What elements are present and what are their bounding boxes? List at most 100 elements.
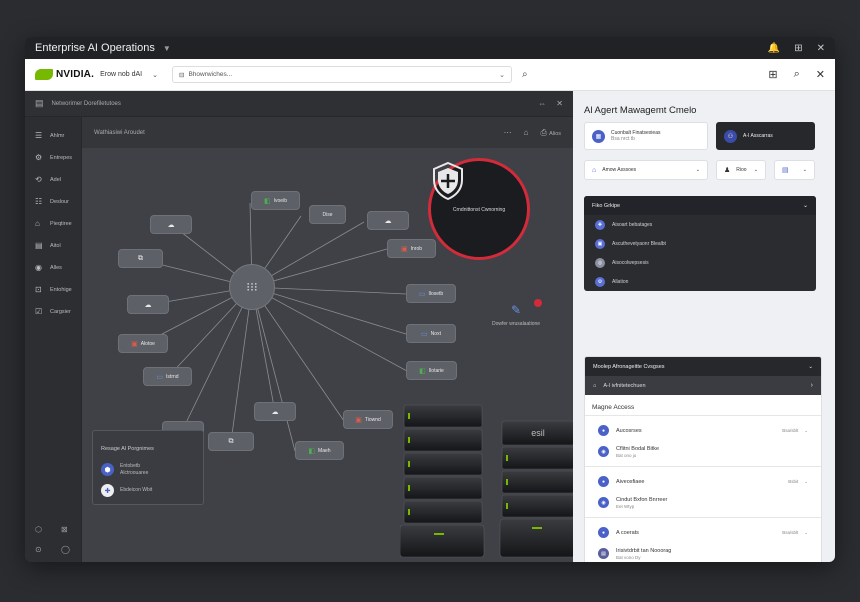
- canvas-action-button[interactable]: ⎙ Alios: [540, 128, 561, 138]
- agent-select[interactable]: ⌂ Amow Asssoes ⌄: [584, 160, 708, 180]
- search-icon[interactable]: ⌕: [522, 69, 528, 80]
- access-subheader[interactable]: ⌂ A-l ivfnitetechuen ›: [585, 376, 821, 395]
- network-node[interactable]: ▣ Inrob: [387, 239, 436, 258]
- url-chevron-icon[interactable]: ⌄: [499, 71, 505, 79]
- title-chevron-icon[interactable]: ▼: [163, 44, 171, 53]
- network-node[interactable]: ▣ Tiownd: [343, 410, 393, 429]
- consult-card[interactable]: ▦ Cuonbalt Finatsexieas Bsa nrct tb: [584, 122, 708, 150]
- grid-icon: ▤: [782, 167, 789, 174]
- sidebar-item-1[interactable]: ☰ Ahlmr: [35, 131, 64, 140]
- agent-icon: ⬢: [101, 463, 114, 476]
- access-header[interactable]: Moolep Afronageitte Cvsgses ⌄: [585, 357, 821, 376]
- more-icon[interactable]: ⋯: [504, 128, 512, 137]
- network-node[interactable]: ▭ Istrnd: [143, 367, 192, 386]
- cloud-icon: ☁: [144, 301, 152, 309]
- extensions-icon[interactable]: ⊞: [768, 68, 777, 81]
- sidebar-item-6[interactable]: ▤ Aitol: [35, 241, 61, 250]
- chevron-down-icon: ⌄: [808, 363, 813, 370]
- browser-close-icon[interactable]: ✕: [816, 68, 825, 81]
- support-icon[interactable]: ⬡: [35, 525, 42, 534]
- access-row[interactable]: ◉ Cflitni Bodal Bitke Bat ono ju: [585, 441, 821, 462]
- panel-title: Al Agert Mawagemt Cmelo: [584, 105, 697, 116]
- nvidia-logo[interactable]: NVIDIA.: [35, 69, 94, 80]
- legend-item: ⬢ Entobetb Alctroouaree: [101, 463, 195, 476]
- network-node[interactable]: ▭ Noxt: [406, 324, 456, 343]
- layout-icon[interactable]: ⊞: [794, 43, 802, 54]
- network-node[interactable]: Dise: [309, 205, 346, 224]
- sidebar-item-8[interactable]: ⊡ Entohige: [35, 285, 72, 294]
- nav-icon: ☰: [35, 131, 43, 140]
- item-icon: ◎: [595, 257, 605, 268]
- window-title: Enterprise AI Operations: [35, 42, 155, 54]
- role-select[interactable]: ♟ Rioo ⌄: [716, 160, 766, 180]
- access-row[interactable]: ● Aucosrses Bsa/sblt ⌄: [585, 420, 821, 441]
- copy-icon: ⧉: [228, 437, 234, 445]
- expand-icon[interactable]: ⇔: [538, 99, 546, 108]
- dropdown-item[interactable]: ⚙ Allation: [584, 272, 816, 291]
- deploy-status[interactable]: ✎ Dowfer wrusalaatione: [492, 299, 542, 327]
- url-bar[interactable]: ⊟ Bhowrwiches... ⌄: [171, 66, 512, 83]
- user-icon: ◉: [598, 497, 609, 508]
- notification-icon[interactable]: 🔔: [768, 43, 780, 54]
- dropdown-item[interactable]: ◎ Aisocolwepsesis: [584, 253, 816, 272]
- network-node[interactable]: ☁: [127, 295, 169, 314]
- add-icon: ✚: [101, 484, 114, 497]
- network-node[interactable]: ☁: [367, 211, 409, 230]
- workspace-menu-icon[interactable]: ▤: [35, 98, 44, 109]
- network-node[interactable]: ☁: [254, 402, 296, 421]
- close-window-icon[interactable]: ✕: [817, 43, 825, 54]
- context-chevron-icon[interactable]: ⌄: [152, 71, 158, 79]
- network-node[interactable]: ⧉: [118, 249, 163, 268]
- view-select[interactable]: ▤ ⌄: [774, 160, 815, 180]
- home-icon[interactable]: ⌂: [524, 128, 529, 137]
- item-icon: ▣: [595, 238, 605, 249]
- chevron-down-icon: ⌄: [802, 167, 807, 173]
- sidebar-item-3[interactable]: ⟲ Adel: [35, 175, 61, 184]
- access-row[interactable]: ● A coerats Bsa/sblt ⌄: [585, 522, 821, 543]
- dropdown-item[interactable]: ✚ Aisoart bebatages: [584, 215, 816, 234]
- server-racks-illustration: esil: [400, 404, 577, 558]
- access-panel: Moolep Afronageitte Cvsgses ⌄ ⌂ A-l ivfn…: [584, 356, 822, 562]
- chevron-down-icon: ⌄: [804, 529, 808, 535]
- sidebar-item-7[interactable]: ◉ Alles: [35, 263, 62, 272]
- user-icon: ♟: [724, 167, 731, 174]
- network-node[interactable]: ▭ Ilosetb: [406, 284, 456, 303]
- network-canvas[interactable]: ◧ Ivoeib Dise ☁ ☁ ▣ Inrob ⧉ ▭ Ilosetb ☁ ▭ No…: [82, 148, 577, 562]
- help-icon[interactable]: ◯: [61, 545, 70, 554]
- network-node[interactable]: ◧ Maeh: [295, 441, 344, 460]
- access-row[interactable]: ● Aiveosfiaee Bsbit ⌄: [585, 471, 821, 492]
- title-bar: Enterprise AI Operations ▼ 🔔 ⊞ ✕: [25, 37, 835, 59]
- sidebar-item-2[interactable]: ⚙ Entrepes: [35, 153, 72, 162]
- groups-dropdown-header[interactable]: Fiko Grkipe ⌄: [584, 196, 816, 215]
- browser-search-icon[interactable]: ⌕: [794, 68, 800, 81]
- sidebar-item-9[interactable]: ☑ Cargsier: [35, 307, 71, 316]
- settings-icon[interactable]: ⊙: [35, 545, 42, 554]
- security-status[interactable]: Crndnittonst Cwnorning: [428, 158, 530, 260]
- lock-icon: ●: [598, 476, 609, 487]
- sidebar-item-5[interactable]: ⌂ Pieqtiree: [35, 219, 72, 228]
- sidebar: ☰ Ahlmr ⚙ Entrepes ⟲ Adel ☷ Deslour ⌂ Pieqtir…: [25, 117, 82, 562]
- network-node[interactable]: ⧉: [208, 432, 254, 451]
- edit-icon[interactable]: ⊠: [61, 525, 68, 534]
- network-node[interactable]: ☁: [150, 215, 192, 234]
- network-node[interactable]: ◧ Ivoeib: [251, 191, 300, 210]
- nav-icon: ⊡: [35, 285, 42, 294]
- node-icon: ▣: [400, 245, 408, 253]
- sidebar-item-4[interactable]: ☷ Deslour: [35, 197, 69, 206]
- cloud-icon: ☁: [167, 221, 175, 229]
- assistants-card[interactable]: ⚇ A-I Asscarras: [716, 122, 815, 150]
- chevron-down-icon: ⌄: [804, 427, 808, 433]
- network-node[interactable]: ◧ Ilotarie: [406, 361, 457, 380]
- workspace-close-icon[interactable]: ✕: [556, 99, 563, 108]
- access-row[interactable]: ◉ Cindut Bxfon Bnrreer Eet Wtyp: [585, 492, 821, 513]
- nav-icon: ⚙: [35, 153, 43, 162]
- print-icon: ⎙: [540, 127, 547, 137]
- node-icon: ◧: [419, 367, 426, 375]
- access-row[interactable]: ▤ Irisivtdrbit tan Nooorag Bat vono Dy: [585, 543, 821, 562]
- dropdown-item[interactable]: ▣ Ascuthevetyaonr Blealbt: [584, 234, 816, 253]
- item-icon: ✚: [595, 219, 605, 230]
- nav-icon: ⌂: [35, 219, 40, 228]
- central-hub-node[interactable]: ⁝⁝⁝: [229, 264, 275, 310]
- access-group: ● Aucosrses Bsa/sblt ⌄ ◉ Cflitni Bodal Bi…: [585, 416, 821, 467]
- network-node[interactable]: ▣ Alotoe: [118, 334, 168, 353]
